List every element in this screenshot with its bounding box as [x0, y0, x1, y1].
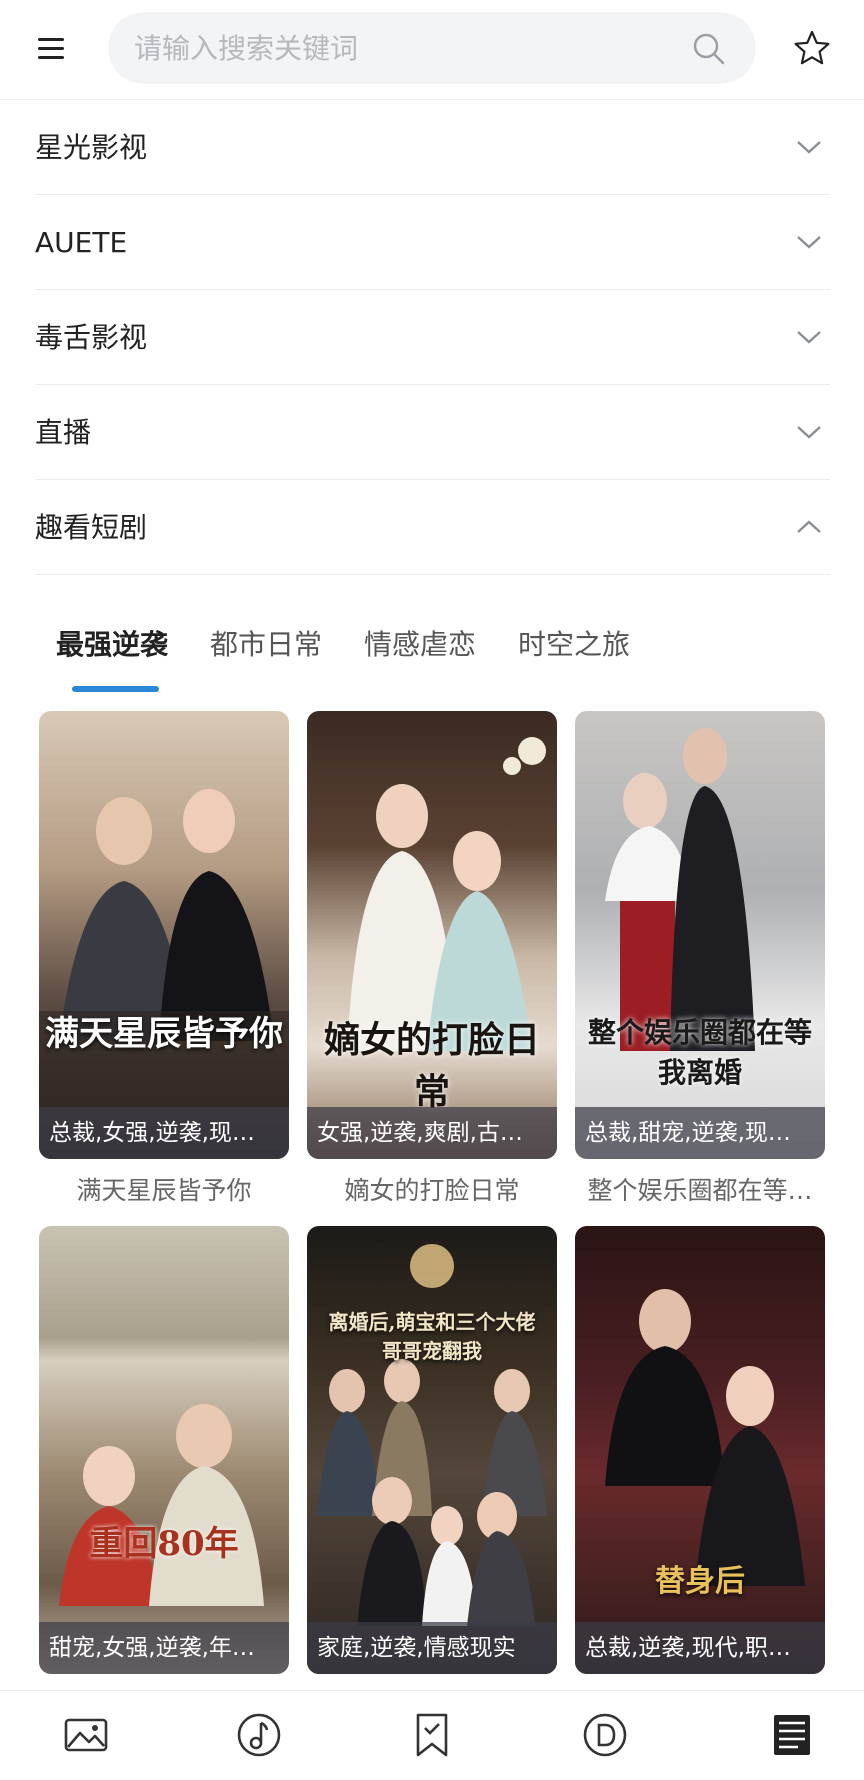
bookmark-icon[interactable] [408, 1711, 456, 1759]
drama-card[interactable]: 满天星辰皆予你 总裁,女强,逆袭,现… 满天星辰皆予你 [39, 711, 289, 1211]
poster-title: 离婚后,萌宝和三个大佬哥哥宠翻我 [328, 1310, 536, 1363]
poster-art [59, 1404, 264, 1606]
poster-image: 满天星辰皆予你 总裁,女强,逆袭,现… [39, 711, 289, 1159]
drama-card[interactable]: 重回80年 甜宠,女强,逆袭,年… [39, 1226, 289, 1674]
poster-image: 整个娱乐圈都在等我离婚 总裁,甜宠,逆袭,现… [575, 711, 825, 1159]
chevron-down-icon [797, 331, 821, 344]
star-icon[interactable] [792, 28, 832, 68]
app-screen: 星光影视 AUETE 毒舌影视 直播 趣看短剧 最强逆袭 都市日常 情感虐恋 时… [0, 0, 864, 1780]
accordion-item-auete[interactable]: AUETE [35, 195, 830, 290]
accordion-label: 趣看短剧 [35, 511, 148, 544]
drama-card[interactable]: 替身后 总裁,逆袭,现代,职… [575, 1226, 825, 1674]
accordion-item-qukan[interactable]: 趣看短剧 [35, 480, 830, 575]
poster-image: 离婚后,萌宝和三个大佬哥哥宠翻我 家庭,逆袭,情感现实 [307, 1226, 557, 1674]
tab-qinggan[interactable]: 情感虐恋 [364, 620, 476, 670]
card-title: 满天星辰皆予你 [76, 1176, 252, 1205]
book-icon[interactable] [768, 1711, 816, 1759]
poster-art [39, 789, 289, 1111]
image-icon[interactable] [62, 1711, 110, 1759]
accordion-item-xingguang[interactable]: 星光影视 [35, 100, 830, 195]
poster-title: 整个娱乐圈都在等我离婚 [587, 1016, 812, 1089]
accordion-item-dushe[interactable]: 毒舌影视 [35, 290, 830, 385]
search-input[interactable] [134, 12, 694, 84]
tag-bar: 总裁,逆袭,现代,职… [575, 1622, 825, 1674]
poster-title: 嫡女的打脸日常 [323, 1019, 540, 1113]
poster-title: 重回80年 [89, 1524, 239, 1564]
accordion-label: 星光影视 [35, 131, 148, 164]
poster-title: 替身后 [655, 1564, 745, 1599]
chevron-up-icon [797, 520, 821, 533]
drama-card[interactable]: 整个娱乐圈都在等我离婚 总裁,甜宠,逆袭,现… 整个娱乐圈都在等… [575, 711, 825, 1211]
poster-art [605, 1289, 805, 1586]
poster-art [317, 1244, 547, 1626]
poster-image: 嫡女的打脸日常 女强,逆袭,爽剧,古… [307, 711, 557, 1159]
poster-image: 替身后 总裁,逆袭,现代,职… [575, 1226, 825, 1674]
chevron-down-icon [797, 141, 821, 154]
card-title: 嫡女的打脸日常 [344, 1176, 520, 1205]
search-bar [108, 12, 756, 84]
accordion-label: 直播 [35, 416, 92, 449]
tab-dushi[interactable]: 都市日常 [210, 620, 322, 670]
chevron-down-icon [797, 236, 821, 249]
tag-bar: 总裁,女强,逆袭,现… [39, 1107, 289, 1159]
drama-card[interactable]: 离婚后,萌宝和三个大佬哥哥宠翻我 家庭,逆袭,情感现实 [307, 1226, 557, 1674]
music-icon[interactable] [235, 1711, 283, 1759]
accordion-label: AUETE [35, 226, 128, 259]
accordion-item-live[interactable]: 直播 [35, 385, 830, 480]
d-circle-icon[interactable] [581, 1711, 629, 1759]
top-bar [0, 0, 864, 100]
poster-image: 重回80年 甜宠,女强,逆袭,年… [39, 1226, 289, 1674]
card-title: 整个娱乐圈都在等… [587, 1176, 813, 1205]
poster-title: 满天星辰皆予你 [45, 1014, 283, 1054]
drama-card[interactable]: 嫡女的打脸日常 女强,逆袭,爽剧,古… 嫡女的打脸日常 [307, 711, 557, 1211]
bottom-navigation [0, 1690, 864, 1780]
category-tabs: 最强逆袭 都市日常 情感虐恋 时空之旅 [36, 620, 836, 690]
tag-bar: 家庭,逆袭,情感现实 [307, 1622, 557, 1674]
chevron-down-icon [797, 426, 821, 439]
search-icon[interactable] [692, 32, 726, 66]
tag-bar: 总裁,甜宠,逆袭,现… [575, 1107, 825, 1159]
menu-icon[interactable] [34, 30, 70, 66]
poster-art [605, 728, 755, 1051]
accordion-label: 毒舌影视 [35, 321, 148, 354]
tab-zuiqiang[interactable]: 最强逆袭 [56, 620, 168, 670]
active-tab-indicator [72, 686, 159, 692]
tag-bar: 女强,逆袭,爽剧,古… [307, 1107, 557, 1159]
tab-shikong[interactable]: 时空之旅 [518, 620, 630, 670]
tag-bar: 甜宠,女强,逆袭,年… [39, 1622, 289, 1674]
